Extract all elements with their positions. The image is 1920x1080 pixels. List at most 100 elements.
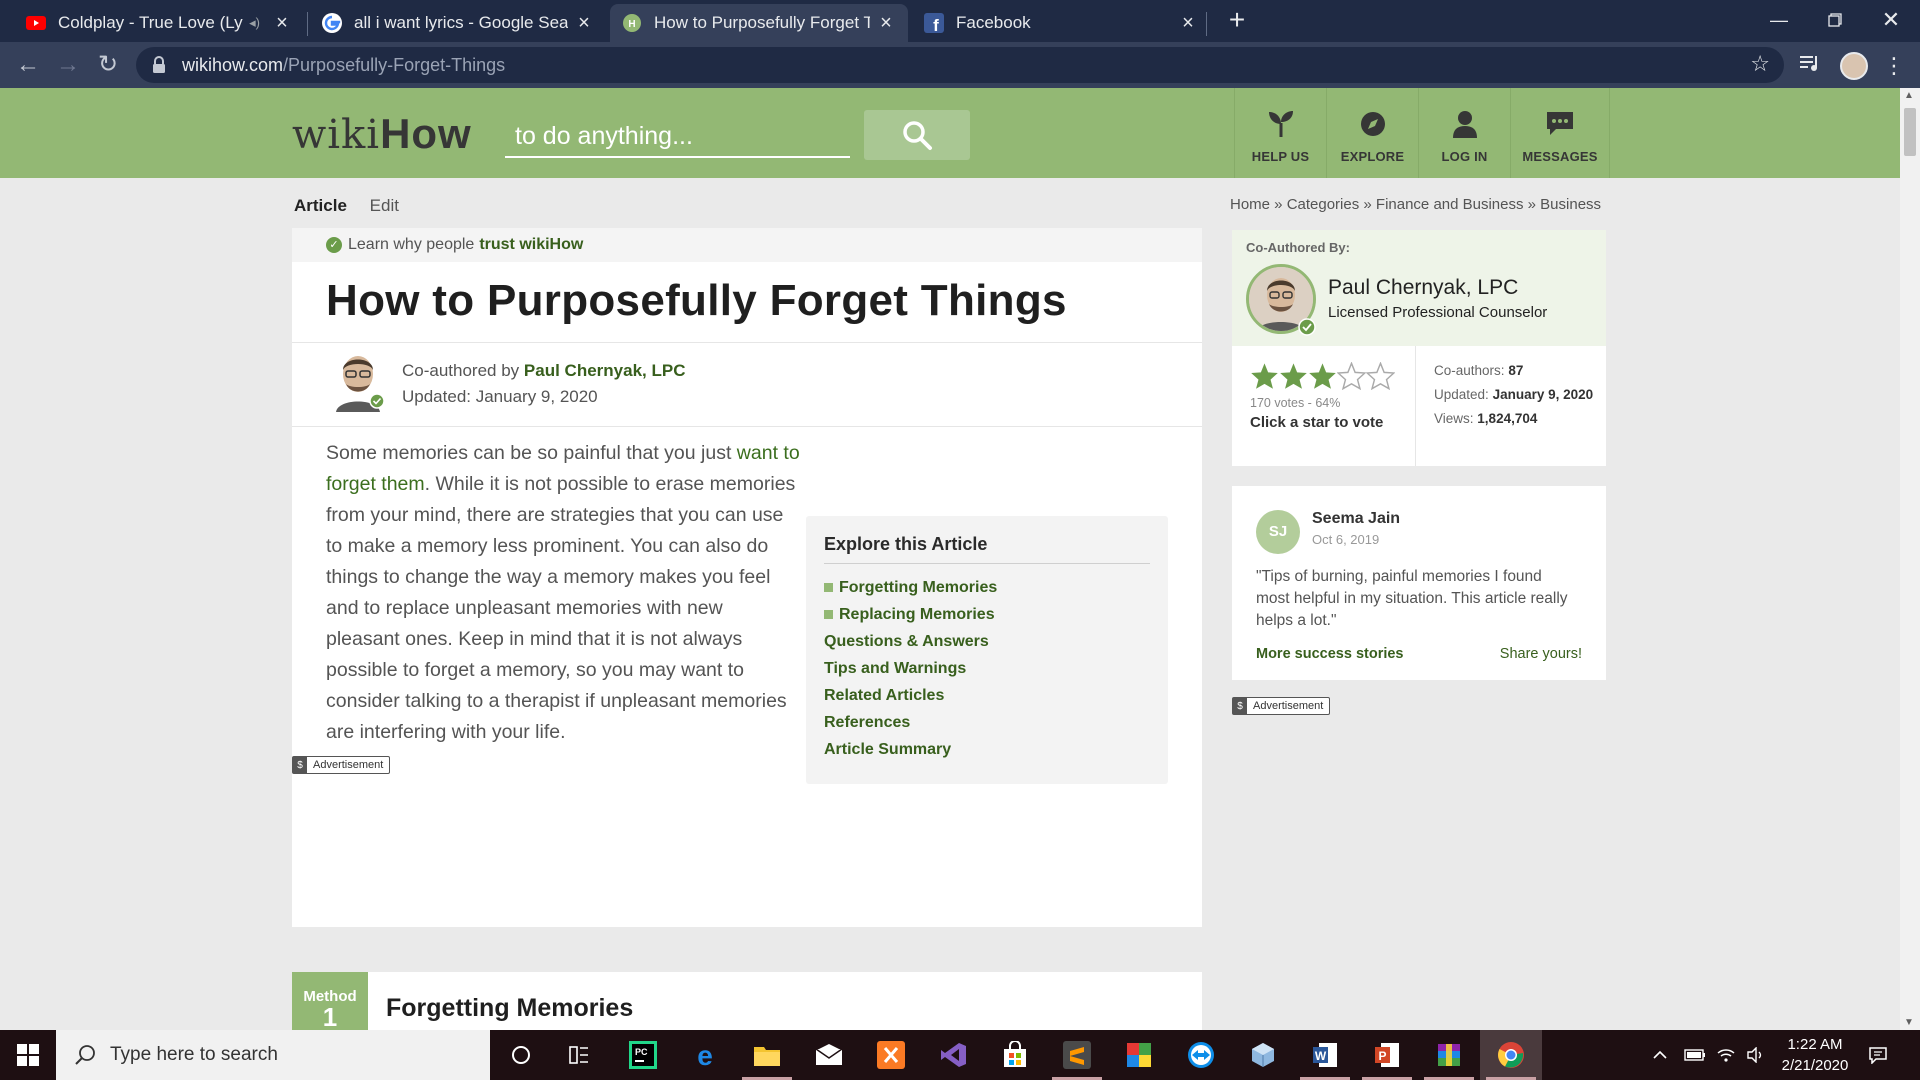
windows-logo-icon bbox=[17, 1044, 39, 1066]
author-avatar[interactable] bbox=[332, 350, 386, 412]
star-icon[interactable] bbox=[1279, 362, 1308, 390]
virtualbox-icon[interactable] bbox=[1232, 1030, 1294, 1080]
tab-edit[interactable]: Edit bbox=[370, 196, 399, 215]
explore-item-article-summary[interactable]: Article Summary bbox=[824, 736, 1150, 763]
tab-youtube[interactable]: Coldplay - True Love (Lyrics V ◂) × bbox=[14, 4, 304, 42]
vote-prompt: Click a star to vote bbox=[1250, 414, 1384, 431]
word-icon[interactable]: W bbox=[1294, 1030, 1356, 1080]
task-view-icon[interactable] bbox=[548, 1030, 610, 1080]
scroll-down-icon[interactable]: ▼ bbox=[1904, 1017, 1914, 1028]
battery-icon[interactable] bbox=[1684, 1030, 1706, 1080]
svg-text:f: f bbox=[933, 16, 939, 33]
tab-separator bbox=[307, 12, 308, 36]
chevron-up-icon[interactable] bbox=[1652, 1030, 1668, 1080]
divider bbox=[292, 426, 1202, 427]
scrollbar-thumb[interactable] bbox=[1904, 108, 1916, 156]
nav-explore[interactable]: EXPLORE bbox=[1326, 88, 1418, 178]
rating-panel: 170 votes - 64% Click a star to vote bbox=[1232, 346, 1416, 466]
xampp-icon[interactable] bbox=[860, 1030, 922, 1080]
profile-avatar[interactable] bbox=[1840, 52, 1868, 80]
file-explorer-icon[interactable] bbox=[736, 1030, 798, 1080]
star-icon[interactable] bbox=[1337, 362, 1366, 390]
explore-item-tips-warnings[interactable]: Tips and Warnings bbox=[824, 655, 1150, 682]
edge-icon[interactable]: e bbox=[674, 1030, 736, 1080]
dollar-icon: $ bbox=[293, 757, 307, 773]
star-rating[interactable] bbox=[1250, 362, 1395, 390]
start-button[interactable] bbox=[0, 1030, 56, 1080]
search-icon bbox=[75, 1045, 95, 1065]
notifications-icon[interactable] bbox=[1868, 1030, 1888, 1080]
article-stats: 170 votes - 64% Click a star to vote Co-… bbox=[1232, 346, 1606, 466]
nav-help-us[interactable]: HELP US bbox=[1234, 88, 1326, 178]
breadcrumb[interactable]: Home » Categories » Finance and Business… bbox=[1230, 196, 1601, 213]
page-scrollbar[interactable]: ▲ ▼ bbox=[1900, 88, 1920, 1030]
page-title: How to Purposefully Forget Things bbox=[326, 276, 1067, 325]
chrome-icon[interactable] bbox=[1480, 1030, 1542, 1080]
restore-button[interactable] bbox=[1806, 0, 1864, 40]
close-tab-icon[interactable]: × bbox=[272, 12, 292, 35]
explore-item-related-articles[interactable]: Related Articles bbox=[824, 682, 1150, 709]
speaker-icon[interactable]: ◂) bbox=[249, 15, 260, 31]
star-icon[interactable] bbox=[1308, 362, 1337, 390]
wikihow-logo[interactable]: wikiHow bbox=[292, 110, 472, 158]
search-input[interactable]: to do anything... bbox=[505, 120, 850, 158]
back-arrow-icon[interactable]: ← bbox=[12, 49, 44, 81]
method-title: Forgetting Memories bbox=[386, 994, 634, 1022]
mail-icon[interactable] bbox=[798, 1030, 860, 1080]
address-bar[interactable]: wikihow.com/Purposefully-Forget-Things ☆ bbox=[136, 47, 1784, 83]
minimize-button[interactable]: — bbox=[1750, 0, 1808, 40]
tab-wikihow[interactable]: H How to Purposefully Forget Thing × bbox=[610, 4, 908, 42]
search-button[interactable] bbox=[864, 110, 970, 160]
nav-log-in[interactable]: LOG IN bbox=[1418, 88, 1510, 178]
nav-messages[interactable]: MESSAGES bbox=[1510, 88, 1610, 178]
volume-icon[interactable] bbox=[1746, 1030, 1764, 1080]
star-icon[interactable] bbox=[1366, 362, 1395, 390]
bullet-square-icon bbox=[824, 583, 833, 592]
taskbar-search-box[interactable]: Type here to search bbox=[56, 1030, 490, 1080]
close-tab-icon[interactable]: × bbox=[876, 12, 896, 35]
bookmark-star-icon[interactable]: ☆ bbox=[1750, 51, 1770, 77]
close-tab-icon[interactable]: × bbox=[574, 12, 594, 35]
star-icon[interactable] bbox=[1250, 362, 1279, 390]
explore-item-replacing-memories[interactable]: Replacing Memories bbox=[824, 601, 1150, 628]
share-yours-link[interactable]: Share yours! bbox=[1500, 646, 1582, 662]
avatar: SJ bbox=[1256, 510, 1300, 554]
svg-text:e: e bbox=[697, 1041, 713, 1069]
coauthor-card[interactable]: Co-Authored By: Paul Chernyak, LPC Licen… bbox=[1232, 230, 1606, 346]
media-controls-icon[interactable] bbox=[1796, 52, 1824, 80]
updated-date: Updated: January 9, 2020 bbox=[402, 387, 598, 406]
tab-google-search[interactable]: all i want lyrics - Google Search × bbox=[310, 4, 606, 42]
winrar-icon[interactable] bbox=[1108, 1030, 1170, 1080]
system-clock[interactable]: 1:22 AM 2/21/2020 bbox=[1770, 1034, 1860, 1076]
close-window-button[interactable]: ✕ bbox=[1862, 0, 1920, 40]
explore-this-article: Explore this Article Forgetting Memories… bbox=[806, 516, 1168, 784]
google-icon bbox=[322, 13, 342, 33]
wifi-icon[interactable] bbox=[1716, 1030, 1736, 1080]
explore-item-forgetting-memories[interactable]: Forgetting Memories bbox=[824, 574, 1150, 601]
explore-item-references[interactable]: References bbox=[824, 709, 1150, 736]
pycharm-icon[interactable]: PC bbox=[612, 1030, 674, 1080]
close-tab-icon[interactable]: × bbox=[1178, 12, 1198, 35]
author-link[interactable]: Paul Chernyak, LPC bbox=[524, 361, 686, 380]
scroll-up-icon[interactable]: ▲ bbox=[1904, 90, 1914, 101]
tab-article[interactable]: Article bbox=[294, 196, 347, 215]
clock-time: 1:22 AM bbox=[1787, 1036, 1843, 1053]
store-icon[interactable] bbox=[984, 1030, 1046, 1080]
explore-item-questions-answers[interactable]: Questions & Answers bbox=[824, 628, 1150, 655]
powerpoint-icon[interactable]: P bbox=[1356, 1030, 1418, 1080]
forward-arrow-icon[interactable]: → bbox=[52, 49, 84, 81]
trust-banner[interactable]: ✓ Learn why people trust wikiHow bbox=[292, 228, 1202, 262]
teamviewer-icon[interactable] bbox=[1170, 1030, 1232, 1080]
lock-icon bbox=[152, 56, 168, 74]
trust-link[interactable]: trust wikiHow bbox=[479, 236, 583, 254]
new-tab-button[interactable]: + bbox=[1222, 6, 1252, 36]
visual-studio-icon[interactable] bbox=[922, 1030, 984, 1080]
cortana-icon[interactable] bbox=[490, 1030, 552, 1080]
sublime-text-icon[interactable] bbox=[1046, 1030, 1108, 1080]
reload-icon[interactable]: ↻ bbox=[92, 49, 124, 81]
more-success-stories-link[interactable]: More success stories bbox=[1256, 646, 1404, 662]
winrar-archive-icon[interactable] bbox=[1418, 1030, 1480, 1080]
more-options-icon[interactable]: ⋮ bbox=[1880, 52, 1908, 80]
tab-facebook[interactable]: f Facebook × bbox=[912, 4, 1210, 42]
svg-text:W: W bbox=[1315, 1049, 1327, 1063]
